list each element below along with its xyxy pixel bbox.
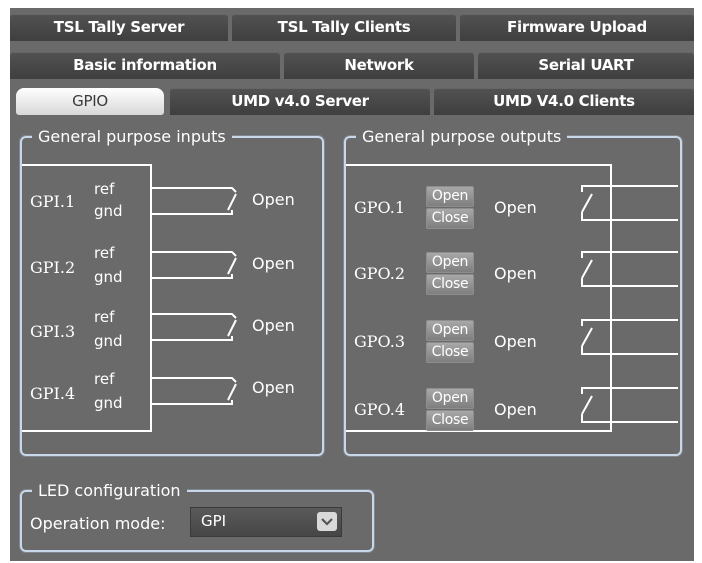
tab-network[interactable]: Network: [284, 52, 474, 79]
gpo-1-close-button[interactable]: Close: [426, 208, 474, 229]
gpi-1-label: GPI.1: [30, 192, 76, 211]
inputs-group-title: General purpose inputs: [32, 127, 232, 147]
operation-mode-label: Operation mode:: [30, 514, 166, 533]
chevron-down-icon[interactable]: [317, 512, 337, 531]
gpi-1-gnd: gnd: [94, 202, 123, 220]
gpo-4-state: Open: [494, 400, 537, 419]
outputs-group: General purpose outputs GPO.1 Open Close…: [344, 127, 682, 456]
gpi-2-state: Open: [252, 254, 295, 273]
gpo-1-label: GPO.1: [354, 198, 405, 217]
gpi-4-label: GPI.4: [30, 384, 76, 403]
tab-tsl-tally-clients[interactable]: TSL Tally Clients: [232, 14, 456, 41]
tab-tsl-tally-server[interactable]: TSL Tally Server: [10, 14, 228, 41]
tab-gpio[interactable]: GPIO: [16, 88, 164, 115]
gpo-4-close-button[interactable]: Close: [426, 410, 474, 431]
gpi-3-state: Open: [252, 316, 295, 335]
gpi-2-switch-icon: [150, 251, 237, 279]
gpo-1-state: Open: [494, 198, 537, 217]
tab-firmware-upload[interactable]: Firmware Upload: [460, 14, 694, 41]
gpo-3-state: Open: [494, 332, 537, 351]
gpi-3-switch-icon: [150, 313, 237, 341]
operation-mode-select[interactable]: GPI: [190, 507, 342, 537]
gpo-3-open-button[interactable]: Open: [426, 320, 474, 341]
gpo-1-relay-icon: [581, 185, 678, 221]
gpi-2-ref: ref: [94, 244, 115, 262]
gpi-3-label: GPI.3: [30, 322, 76, 341]
inputs-bottom-line: [22, 430, 152, 432]
gpo-2-relay-icon: [581, 251, 678, 287]
gpi-2-label: GPI.2: [30, 258, 76, 277]
gpo-4-label: GPO.4: [354, 400, 405, 419]
gpi-4-state: Open: [252, 378, 295, 397]
gpo-2-state: Open: [494, 264, 537, 283]
gpo-2-label: GPO.2: [354, 264, 405, 283]
gpi-4-ref: ref: [94, 370, 115, 388]
operation-mode-value: GPI: [201, 512, 227, 530]
gpi-1-ref: ref: [94, 180, 115, 198]
outputs-bottom-line: [346, 430, 612, 432]
tab-basic-information[interactable]: Basic information: [10, 52, 280, 79]
gpo-2-close-button[interactable]: Close: [426, 274, 474, 295]
gpo-3-relay-icon: [581, 319, 678, 355]
gpio-config-panel: TSL Tally Server TSL Tally Clients Firmw…: [10, 8, 694, 561]
gpo-3-label: GPO.3: [354, 332, 405, 351]
gpo-2-open-button[interactable]: Open: [426, 252, 474, 273]
gpi-4-gnd: gnd: [94, 394, 123, 412]
gpo-4-relay-icon: [581, 387, 678, 423]
gpi-4-switch-icon: [150, 377, 237, 405]
tab-serial-uart[interactable]: Serial UART: [478, 52, 694, 79]
gpi-3-ref: ref: [94, 308, 115, 326]
inputs-top-line: [22, 164, 152, 166]
gpi-1-state: Open: [252, 190, 295, 209]
gpi-3-gnd: gnd: [94, 332, 123, 350]
outputs-top-line: [346, 164, 612, 166]
gpo-1-open-button[interactable]: Open: [426, 186, 474, 207]
gpi-2-gnd: gnd: [94, 268, 123, 286]
gpo-3-close-button[interactable]: Close: [426, 342, 474, 363]
inputs-group: General purpose inputs GPI.1 ref gnd Ope…: [20, 127, 324, 456]
tab-umd-v4-clients[interactable]: UMD V4.0 Clients: [434, 88, 694, 115]
outputs-group-title: General purpose outputs: [356, 127, 568, 147]
gpi-1-switch-icon: [150, 187, 237, 215]
gpo-4-open-button[interactable]: Open: [426, 388, 474, 409]
tab-umd-v4-server[interactable]: UMD v4.0 Server: [170, 88, 430, 115]
led-config-title: LED configuration: [32, 481, 187, 501]
